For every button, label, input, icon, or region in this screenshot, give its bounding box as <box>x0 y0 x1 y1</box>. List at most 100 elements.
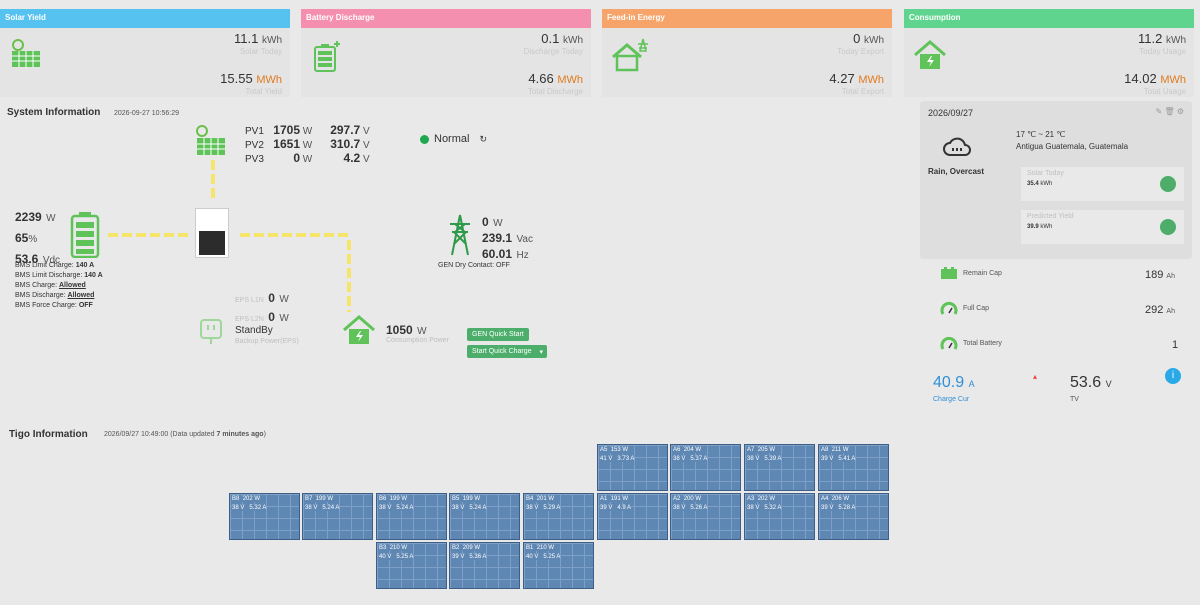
charge-cur-label: Charge Cur <box>933 396 970 403</box>
today-value: 11.2 <box>1138 31 1163 46</box>
today-value: 0.1 <box>541 31 560 46</box>
battery-power: 2239 <box>15 210 42 224</box>
tigo-panel-b1[interactable]: B1 210 W 40 V 5.25 A <box>523 542 594 589</box>
tigo-panel-a5[interactable]: A5 153 W 41 V 3.73 A <box>597 444 668 491</box>
start-quick-charge-button[interactable]: Start Quick Charge ▾ <box>467 345 547 358</box>
panel-voltage: 41 V <box>600 456 613 462</box>
box-label: Predicted Yield <box>1027 213 1074 220</box>
grid-frequency: 60.01 <box>482 247 513 261</box>
panel-id: A7 <box>747 447 755 453</box>
panel-power: 210 W <box>536 545 555 551</box>
tigo-title: Tigo Information <box>9 429 88 440</box>
tigo-panel-b5[interactable]: B5 199 W 38 V 5.24 A <box>449 493 520 540</box>
tigo-panel-b2[interactable]: B2 209 W 39 V 5.36 A <box>449 542 520 589</box>
panel-id-power: A2 200 W <box>673 496 702 502</box>
weather-toolbar: ✎ 🗑 ⚙ <box>1156 107 1185 116</box>
tigo-panel-a1[interactable]: A1 191 W 39 V 4.9 A <box>597 493 668 540</box>
tigo-panel-a2[interactable]: A2 200 W 38 V 5.26 A <box>670 493 741 540</box>
grid-frequency-unit: Hz <box>516 250 529 261</box>
panel-id: B3 <box>379 545 387 551</box>
panel-id-power: A7 205 W <box>747 447 776 453</box>
edit-icon[interactable]: ✎ <box>1156 107 1163 116</box>
tigo-panel-b3[interactable]: B3 210 W 40 V 5.25 A <box>376 542 447 589</box>
tigo-panel-b6[interactable]: B6 199 W 38 V 5.24 A <box>376 493 447 540</box>
tigo-panel-b8[interactable]: B8 202 W 38 V 5.32 A <box>229 493 300 540</box>
refresh-icon[interactable]: ↻ <box>479 134 487 145</box>
panel-id: B2 <box>452 545 460 551</box>
info-icon[interactable]: i <box>1165 368 1181 384</box>
tv-label: TV <box>1070 396 1079 403</box>
arrow-up-icon: ▴ <box>1033 372 1038 381</box>
panel-volt-current: 38 V 5.24 A <box>452 505 487 511</box>
tigo-panel-a8[interactable]: A8 211 W 39 V 5.41 A <box>818 444 889 491</box>
tigo-panel-a7[interactable]: A7 205 W 38 V 5.39 A <box>744 444 815 491</box>
bms-value: 140 A <box>75 262 95 269</box>
panel-voltage: 38 V <box>673 456 686 462</box>
panel-id: A2 <box>673 496 681 502</box>
chart-icon[interactable] <box>1160 219 1176 235</box>
tigo-panel-a4[interactable]: A4 206 W 39 V 5.28 A <box>818 493 889 540</box>
panel-voltage: 39 V <box>452 554 465 560</box>
pv-voltage: 310.7 <box>330 137 361 151</box>
system-status: Normal ↻ <box>420 133 487 145</box>
remain-cap-value: 189 <box>1145 269 1164 281</box>
delete-icon[interactable]: 🗑 <box>1164 107 1174 116</box>
box-value-row: 35.4 kWh <box>1027 181 1052 187</box>
battery-power-row: 2239 W <box>15 208 60 226</box>
panel-power: 202 W <box>242 496 261 502</box>
total-label: Total Usage <box>1143 87 1186 96</box>
total-label: Total Export <box>841 87 884 96</box>
charge-cur-value: 40.9 <box>933 374 965 391</box>
panel-volt-current: 39 V 5.41 A <box>821 456 856 462</box>
panel-id: A4 <box>821 496 829 502</box>
panel-id: A6 <box>673 447 681 453</box>
weather-condition: Rain, Overcast <box>928 167 985 176</box>
bms-force-charge: BMS Force Charge: OFF <box>15 301 103 311</box>
tigo-timestamp: 2026/09/27 10:49:00 <box>104 431 169 438</box>
tv-unit: V <box>1105 379 1112 389</box>
today-unit: kWh <box>1166 35 1186 46</box>
tigo-panel-a3[interactable]: A3 202 W 38 V 5.32 A <box>744 493 815 540</box>
panel-voltage: 38 V <box>379 505 392 511</box>
pv-readings: PV1 1705 W 297.7 V PV2 1651 W 310.7 V PV3 0 W… <box>245 124 370 166</box>
pv-row: PV2 1651 W 310.7 V <box>245 138 370 152</box>
eps-l1n-row: EPS L1N 0 W <box>235 290 289 309</box>
total-unit: MWh <box>557 74 583 86</box>
panel-volt-current: 39 V 4.9 A <box>600 505 632 511</box>
panel-voltage: 38 V <box>526 505 539 511</box>
panel-voltage: 38 V <box>747 505 760 511</box>
panel-id-power: A4 206 W <box>821 496 850 502</box>
total-label: Total Discharge <box>527 87 583 96</box>
panel-id-power: B2 209 W <box>452 545 481 551</box>
grid-house-icon <box>610 37 650 78</box>
tigo-timestamp-row: 2026/09/27 10:49:00 (Data updated 7 minu… <box>104 431 266 438</box>
tigo-panel-b4[interactable]: B4 201 W 38 V 5.29 A <box>523 493 594 540</box>
chart-icon[interactable] <box>1160 176 1176 192</box>
consumption-power-label: Consumption Power <box>386 337 450 344</box>
today-value: 0 <box>853 31 861 46</box>
bms-limit-discharge: BMS Limit Discharge: 140 A <box>15 271 103 281</box>
pv-row: PV1 1705 W 297.7 V <box>245 124 370 138</box>
bms-value: 140 A <box>84 272 103 279</box>
settings-icon[interactable]: ⚙ <box>1177 107 1184 116</box>
gen-quick-start-button[interactable]: GEN Quick Start <box>467 328 529 341</box>
panel-power: 205 W <box>757 447 776 453</box>
panel-current: 5.28 A <box>838 505 856 511</box>
tigo-panel-b7[interactable]: B7 199 W 38 V 5.24 A <box>302 493 373 540</box>
tigo-panel-a6[interactable]: A6 204 W 38 V 5.37 A <box>670 444 741 491</box>
panel-voltage: 40 V <box>379 554 392 560</box>
tigo-data-age: 7 minutes ago <box>216 431 264 438</box>
panel-id-power: A6 204 W <box>673 447 702 453</box>
weather-date: 2026/09/27 <box>928 108 974 118</box>
eps-readings: EPS L1N 0 W EPS L2N 0 W <box>235 290 289 328</box>
panel-id: A8 <box>821 447 829 453</box>
battery-level-icon <box>70 212 100 263</box>
panel-current: 5.41 A <box>838 456 856 462</box>
panel-volt-current: 38 V 5.37 A <box>673 456 708 462</box>
panel-id-power: B8 202 W <box>232 496 261 502</box>
consumption-power-unit: W <box>417 326 427 337</box>
grid-readings: 0 W 239.1 Vac 60.01 Hz <box>482 215 533 263</box>
grid-power-row: 0 W <box>482 215 533 231</box>
house-icon <box>912 37 948 78</box>
card-title: Solar Yield <box>0 9 290 28</box>
